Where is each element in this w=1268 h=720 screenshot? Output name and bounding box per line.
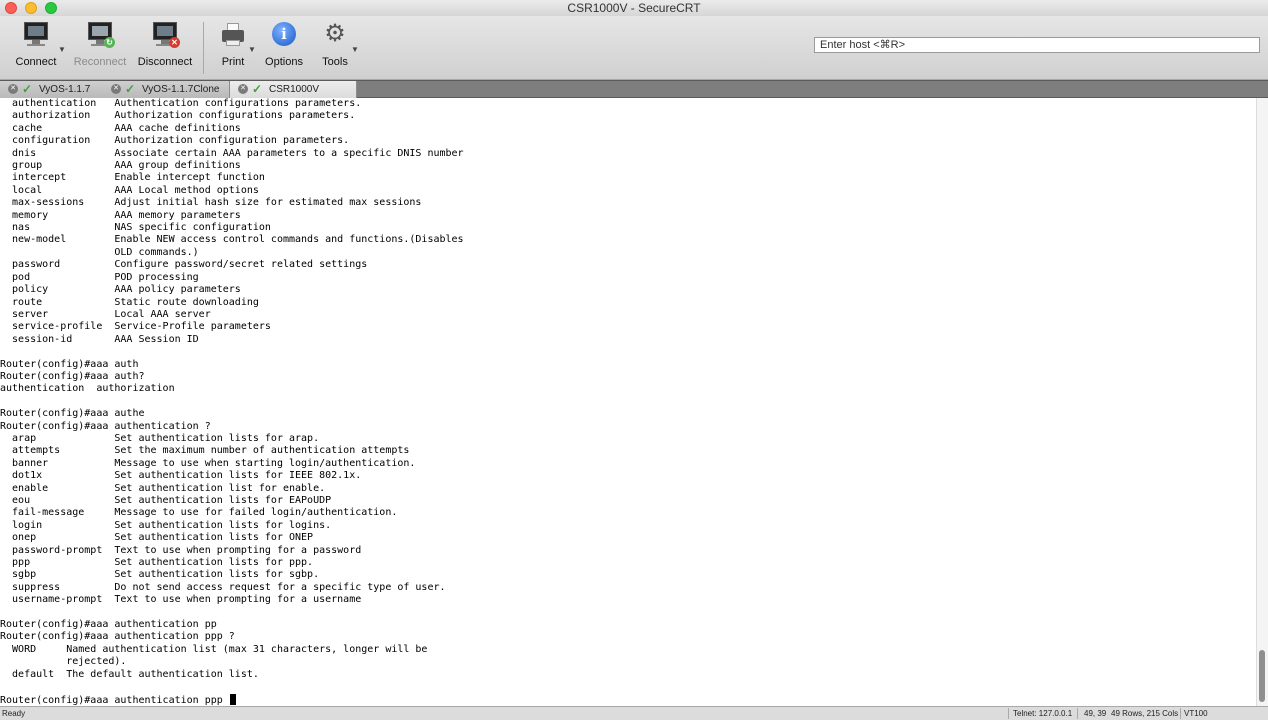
connected-check-icon: ✓ bbox=[252, 82, 263, 96]
tab-close-icon[interactable]: ✕ bbox=[238, 84, 248, 94]
reconnect-button[interactable]: ↻ Reconnect bbox=[70, 20, 130, 68]
connected-check-icon: ✓ bbox=[22, 82, 33, 96]
tab-label: CSR1000V bbox=[269, 84, 320, 95]
status-emulation: VT100 bbox=[1184, 709, 1208, 718]
status-cursor-position: 49, 39 bbox=[1084, 709, 1107, 718]
connect-dropdown-arrow-icon[interactable]: ▼ bbox=[58, 45, 66, 54]
prompt-line: Router(config)#aaa authentication ppp bbox=[0, 694, 229, 706]
tools-dropdown-arrow-icon[interactable]: ▼ bbox=[351, 45, 359, 54]
text-cursor bbox=[229, 693, 236, 705]
disconnect-button[interactable]: ✕ Disconnect bbox=[135, 20, 195, 68]
tab-csr1000v[interactable]: ✕ ✓ CSR1000V bbox=[230, 81, 357, 98]
disconnect-badge-icon: ✕ bbox=[169, 37, 180, 48]
monitor-icon bbox=[22, 22, 50, 48]
connect-label: Connect bbox=[15, 56, 57, 68]
terminal-view[interactable]: authentication Authentication configurat… bbox=[0, 98, 1256, 706]
tab-label: VyOS-1.1.7Clone bbox=[142, 84, 220, 95]
status-terminal-size: 49 Rows, 215 Cols bbox=[1111, 709, 1179, 718]
gear-icon: ⚙ bbox=[324, 20, 346, 47]
tools-button[interactable]: ⚙ Tools bbox=[305, 20, 365, 69]
printer-icon bbox=[219, 22, 247, 48]
status-state: Ready bbox=[2, 709, 26, 718]
info-icon: i bbox=[270, 22, 298, 48]
tab-label: VyOS-1.1.7 bbox=[39, 84, 91, 95]
tab-vyos-1-1-7-clone[interactable]: ✕ ✓ VyOS-1.1.7Clone bbox=[103, 81, 230, 98]
window-title: CSR1000V - SecureCRT bbox=[567, 1, 701, 15]
tab-close-icon[interactable]: ✕ bbox=[111, 84, 121, 94]
status-connection: Telnet: 127.0.0.1 bbox=[1013, 709, 1073, 718]
tools-label: Tools bbox=[322, 56, 348, 68]
title-bar: CSR1000V - SecureCRT bbox=[0, 0, 1268, 16]
scrollbar-thumb[interactable] bbox=[1259, 650, 1265, 702]
monitor-disconnect-icon: ✕ bbox=[151, 22, 180, 48]
host-input[interactable] bbox=[814, 37, 1260, 53]
reconnect-badge-icon: ↻ bbox=[104, 37, 115, 48]
status-bar: Ready Telnet: 127.0.0.1 49, 39 49 Rows, … bbox=[0, 706, 1268, 720]
terminal-lines: authentication Authentication configurat… bbox=[0, 98, 464, 680]
terminal-scrollbar[interactable] bbox=[1256, 98, 1268, 706]
monitor-reconnect-icon: ↻ bbox=[86, 22, 115, 48]
tab-close-icon[interactable]: ✕ bbox=[8, 84, 18, 94]
connected-check-icon: ✓ bbox=[125, 82, 136, 96]
session-tab-bar: ✕ ✓ VyOS-1.1.7 ✕ ✓ VyOS-1.1.7Clone ✕ ✓ C… bbox=[0, 80, 1268, 98]
terminal-output: authentication Authentication configurat… bbox=[0, 98, 464, 706]
connect-button[interactable]: Connect bbox=[6, 20, 66, 68]
reconnect-label: Reconnect bbox=[73, 56, 127, 68]
disconnect-label: Disconnect bbox=[137, 56, 193, 68]
